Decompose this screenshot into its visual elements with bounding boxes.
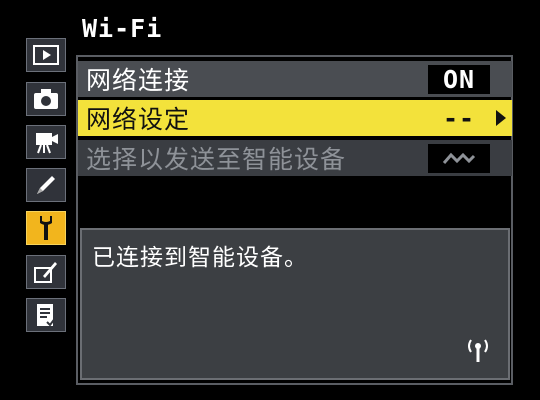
smart-device-icon [428,144,490,173]
screen-title: Wi-Fi [82,14,163,43]
retouch-icon[interactable] [26,255,66,289]
wifi-antenna-icon [464,336,492,368]
help-message-text: 已连接到智能设备。 [92,245,308,271]
menu-item-label: 选择以发送至智能设备 [86,145,347,174]
pencil-icon[interactable] [26,168,66,202]
menu-item-network-connection[interactable]: 网络连接 ON [78,61,512,97]
playback-icon[interactable] [26,38,66,72]
menu-item-network-settings[interactable]: 网络设定 -- [78,100,512,136]
menu-item-value: ON [428,65,490,94]
menu-item-label: 网络连接 [86,66,191,95]
menu-item-label: 网络设定 [86,105,191,134]
menu-item-value: -- [428,104,490,133]
movie-icon[interactable] [26,125,66,159]
right-arrow-icon [496,110,506,126]
menu-item-send-to-smart-device: 选择以发送至智能设备 [78,140,512,176]
help-message-box: 已连接到智能设备。 [80,228,510,380]
my-menu-icon[interactable] [26,298,66,332]
wrench-icon[interactable] [26,211,66,245]
camera-icon[interactable] [26,82,66,116]
